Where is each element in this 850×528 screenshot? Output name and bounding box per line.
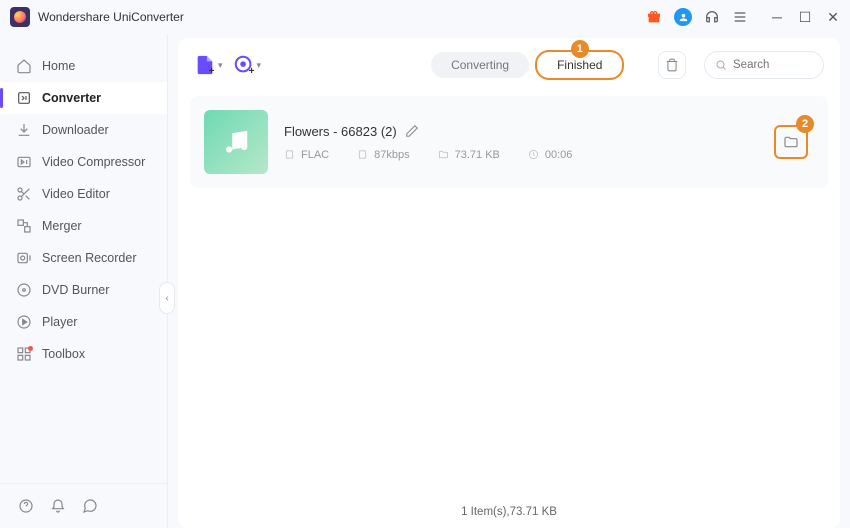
add-disc-button[interactable]: + ▾	[233, 54, 262, 76]
search-input-wrapper[interactable]	[704, 51, 824, 79]
sidebar-item-label: Merger	[42, 219, 82, 233]
file-duration: 00:06	[528, 149, 573, 161]
feedback-icon[interactable]	[82, 498, 98, 514]
sidebar-item-label: Video Editor	[42, 187, 110, 201]
status-bar: 1 Item(s),73.71 KB	[178, 495, 840, 528]
sidebar-item-video-compressor[interactable]: Video Compressor	[0, 146, 167, 178]
file-bitrate: 87kbps	[357, 149, 409, 161]
add-file-icon: +	[194, 54, 216, 76]
sidebar-item-label: Video Compressor	[42, 155, 145, 169]
pencil-icon	[405, 124, 419, 138]
chevron-down-icon: ▾	[257, 60, 262, 71]
notifications-icon[interactable]	[50, 498, 66, 514]
sidebar: Home Converter Downloader Video Compress…	[0, 34, 168, 528]
clear-list-button[interactable]	[658, 51, 686, 79]
tab-label: Finished	[557, 58, 602, 72]
convert-icon	[16, 90, 32, 106]
sidebar-item-toolbox[interactable]: Toolbox	[0, 338, 167, 370]
doc-icon	[357, 149, 368, 160]
disc-icon	[16, 282, 32, 298]
sidebar-item-merger[interactable]: Merger	[0, 210, 167, 242]
tab-finished[interactable]: Finished 1	[535, 50, 624, 80]
file-thumbnail	[204, 110, 268, 174]
callout-badge-1: 1	[571, 40, 589, 58]
record-icon	[16, 250, 32, 266]
home-icon	[16, 58, 32, 74]
search-icon	[715, 59, 727, 71]
tab-converting[interactable]: Converting	[431, 52, 529, 78]
sidebar-item-home[interactable]: Home	[0, 50, 167, 82]
rename-button[interactable]	[405, 124, 419, 138]
maximize-button[interactable]: ☐	[798, 10, 812, 24]
sidebar-item-label: Downloader	[42, 123, 109, 137]
gift-icon[interactable]	[646, 9, 662, 25]
chevron-down-icon: ▾	[218, 60, 223, 71]
music-note-icon	[221, 127, 251, 157]
svg-text:+: +	[248, 66, 254, 76]
add-disc-icon: +	[233, 54, 255, 76]
download-icon	[16, 122, 32, 138]
file-list: Flowers - 66823 (2) FLAC	[178, 92, 840, 495]
sidebar-item-label: DVD Burner	[42, 283, 109, 297]
folder-icon	[438, 149, 449, 160]
app-logo	[10, 7, 30, 27]
sidebar-item-label: Toolbox	[42, 347, 85, 361]
folder-icon	[783, 134, 799, 150]
play-icon	[16, 314, 32, 330]
callout-badge-2: 2	[796, 115, 814, 133]
file-name: Flowers - 66823 (2)	[284, 124, 397, 139]
sidebar-item-downloader[interactable]: Downloader	[0, 114, 167, 146]
sidebar-item-converter[interactable]: Converter	[0, 82, 167, 114]
minimize-button[interactable]: ─	[770, 10, 784, 24]
sidebar-item-screen-recorder[interactable]: Screen Recorder	[0, 242, 167, 274]
compress-icon	[16, 154, 32, 170]
title-icons: ─ ☐ ✕	[646, 8, 840, 26]
support-icon[interactable]	[704, 9, 720, 25]
menu-icon[interactable]	[732, 9, 748, 25]
open-output-folder-button[interactable]: 2	[774, 125, 808, 159]
help-icon[interactable]	[18, 498, 34, 514]
sidebar-item-video-editor[interactable]: Video Editor	[0, 178, 167, 210]
app-title: Wondershare UniConverter	[38, 10, 184, 24]
file-format: FLAC	[284, 149, 329, 161]
sidebar-item-label: Converter	[42, 91, 101, 105]
title-bar: Wondershare UniConverter ─ ☐ ✕	[0, 0, 850, 34]
sidebar-item-label: Screen Recorder	[42, 251, 137, 265]
user-avatar-icon[interactable]	[674, 8, 692, 26]
sidebar-item-label: Player	[42, 315, 77, 329]
doc-icon	[284, 149, 295, 160]
content-area: + ▾ + ▾ Converting Finished 1	[168, 34, 850, 528]
trash-icon	[665, 58, 679, 72]
scissors-icon	[16, 186, 32, 202]
sidebar-item-dvd-burner[interactable]: DVD Burner	[0, 274, 167, 306]
sidebar-item-player[interactable]: Player	[0, 306, 167, 338]
svg-text:+: +	[209, 66, 215, 76]
status-summary: 1 Item(s),73.71 KB	[461, 506, 557, 518]
sidebar-bottom	[0, 483, 167, 528]
file-size: 73.71 KB	[438, 149, 500, 161]
notification-dot-icon	[28, 346, 33, 351]
merge-icon	[16, 218, 32, 234]
clock-icon	[528, 149, 539, 160]
search-input[interactable]	[733, 59, 813, 71]
sidebar-item-label: Home	[42, 59, 75, 73]
sidebar-collapse-button[interactable]: ‹	[159, 282, 175, 314]
toolbar: + ▾ + ▾ Converting Finished 1	[178, 38, 840, 92]
file-row[interactable]: Flowers - 66823 (2) FLAC	[190, 96, 828, 188]
close-button[interactable]: ✕	[826, 10, 840, 24]
add-file-button[interactable]: + ▾	[194, 54, 223, 76]
